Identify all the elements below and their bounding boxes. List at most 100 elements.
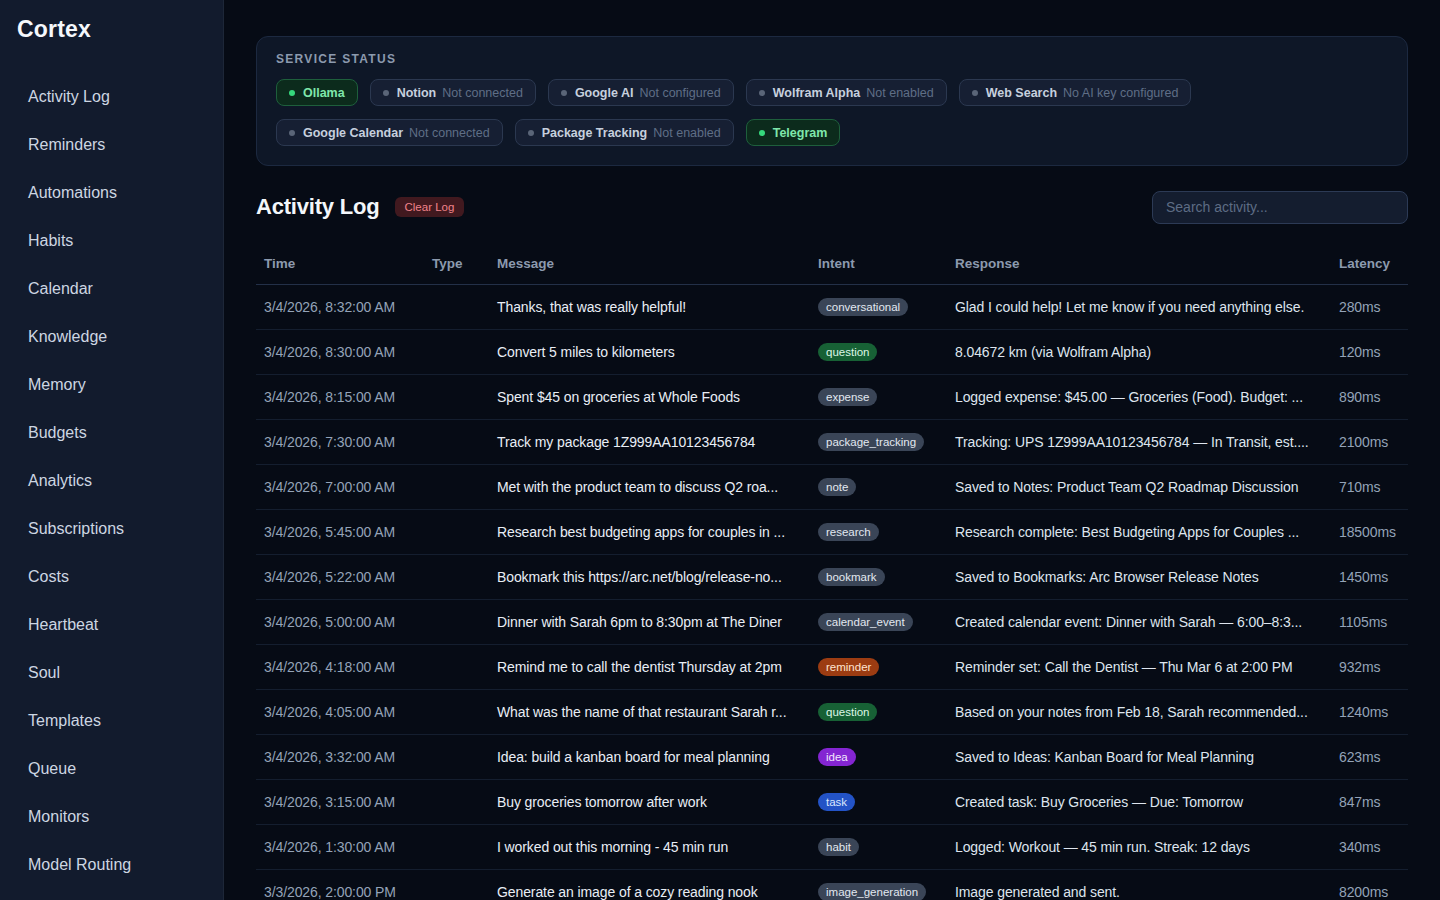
cell-message: Buy groceries tomorrow after work: [489, 794, 810, 810]
table-body: 3/4/2026, 8:32:00 AM Thanks, that was re…: [256, 285, 1408, 900]
cell-response: Research complete: Best Budgeting Apps f…: [947, 524, 1331, 540]
sidebar-item-soul[interactable]: Soul: [16, 649, 207, 697]
cell-time: 3/4/2026, 5:45:00 AM: [256, 524, 424, 540]
intent-badge: question: [818, 703, 877, 721]
intent-badge: bookmark: [818, 568, 885, 586]
service-name: Notion: [397, 86, 437, 100]
cell-response: Based on your notes from Feb 18, Sarah r…: [947, 704, 1331, 720]
table-row[interactable]: 3/4/2026, 3:15:00 AM Buy groceries tomor…: [256, 780, 1408, 825]
cell-intent: conversational: [810, 298, 947, 316]
table-row[interactable]: 3/4/2026, 8:30:00 AM Convert 5 miles to …: [256, 330, 1408, 375]
cell-response: Created calendar event: Dinner with Sara…: [947, 614, 1331, 630]
table-row[interactable]: 3/4/2026, 3:32:00 AM Idea: build a kanba…: [256, 735, 1408, 780]
table-header: Time Type Message Intent Response Latenc…: [256, 224, 1408, 285]
service-status-text: Not connected: [442, 86, 523, 100]
service-badge[interactable]: Package Tracking Not enabled: [515, 119, 734, 146]
sidebar-item-monitors[interactable]: Monitors: [16, 793, 207, 841]
service-badge[interactable]: Telegram: [746, 119, 841, 146]
intent-badge: idea: [818, 748, 856, 766]
cell-intent: calendar_event: [810, 613, 947, 631]
cell-message: Research best budgeting apps for couples…: [489, 524, 810, 540]
sidebar-item-habits[interactable]: Habits: [16, 217, 207, 265]
main-content: SERVICE STATUS Ollama Notion Not connect…: [224, 0, 1440, 900]
table-row[interactable]: 3/4/2026, 7:00:00 AM Met with the produc…: [256, 465, 1408, 510]
sidebar-item-reminders[interactable]: Reminders: [16, 121, 207, 169]
table-row[interactable]: 3/4/2026, 8:32:00 AM Thanks, that was re…: [256, 285, 1408, 330]
service-badge[interactable]: Wolfram Alpha Not enabled: [746, 79, 947, 106]
cell-latency: 120ms: [1331, 344, 1408, 360]
clear-log-button[interactable]: Clear Log: [395, 197, 465, 217]
service-status-text: Not enabled: [866, 86, 933, 100]
app-logo: Cortex: [16, 16, 207, 43]
intent-badge: expense: [818, 388, 877, 406]
intent-badge: note: [818, 478, 856, 496]
cell-time: 3/4/2026, 8:15:00 AM: [256, 389, 424, 405]
intent-badge: research: [818, 523, 879, 541]
cell-message: Idea: build a kanban board for meal plan…: [489, 749, 810, 765]
service-badge[interactable]: Google Calendar Not connected: [276, 119, 503, 146]
sidebar-item-subscriptions[interactable]: Subscriptions: [16, 505, 207, 553]
sidebar-item-analytics[interactable]: Analytics: [16, 457, 207, 505]
service-badge[interactable]: Notion Not connected: [370, 79, 536, 106]
cell-response: Image generated and sent.: [947, 884, 1331, 900]
cell-intent: idea: [810, 748, 947, 766]
cell-message: Track my package 1Z999AA10123456784: [489, 434, 810, 450]
status-dot-icon: [289, 90, 295, 96]
search-input[interactable]: [1152, 191, 1408, 224]
sidebar-item-calendar[interactable]: Calendar: [16, 265, 207, 313]
table-row[interactable]: 3/4/2026, 4:18:00 AM Remind me to call t…: [256, 645, 1408, 690]
intent-badge: habit: [818, 838, 859, 856]
service-name: Wolfram Alpha: [773, 86, 861, 100]
col-time: Time: [256, 256, 424, 271]
col-latency: Latency: [1331, 256, 1408, 271]
table-row[interactable]: 3/4/2026, 1:30:00 AM I worked out this m…: [256, 825, 1408, 870]
table-row[interactable]: 3/4/2026, 5:45:00 AM Research best budge…: [256, 510, 1408, 555]
sidebar-item-knowledge[interactable]: Knowledge: [16, 313, 207, 361]
sidebar-item-budgets[interactable]: Budgets: [16, 409, 207, 457]
service-name: Google Calendar: [303, 126, 403, 140]
service-status-text: Not configured: [639, 86, 720, 100]
service-badge[interactable]: Web Search No AI key configured: [959, 79, 1192, 106]
table-row[interactable]: 3/4/2026, 4:05:00 AM What was the name o…: [256, 690, 1408, 735]
service-status-label: SERVICE STATUS: [276, 52, 1388, 66]
table-row[interactable]: 3/4/2026, 8:15:00 AM Spent $45 on grocer…: [256, 375, 1408, 420]
cell-time: 3/4/2026, 3:32:00 AM: [256, 749, 424, 765]
sidebar-item-queue[interactable]: Queue: [16, 745, 207, 793]
cell-message: Spent $45 on groceries at Whole Foods: [489, 389, 810, 405]
cell-response: Saved to Bookmarks: Arc Browser Release …: [947, 569, 1331, 585]
cell-message: Dinner with Sarah 6pm to 8:30pm at The D…: [489, 614, 810, 630]
table-row[interactable]: 3/4/2026, 5:00:00 AM Dinner with Sarah 6…: [256, 600, 1408, 645]
sidebar-item-model-routing[interactable]: Model Routing: [16, 841, 207, 889]
sidebar-item-templates[interactable]: Templates: [16, 697, 207, 745]
table-row[interactable]: 3/4/2026, 5:22:00 AM Bookmark this https…: [256, 555, 1408, 600]
intent-badge: reminder: [818, 658, 879, 676]
cell-message: Remind me to call the dentist Thursday a…: [489, 659, 810, 675]
status-dot-icon: [528, 130, 534, 136]
sidebar-item-activity-log[interactable]: Activity Log: [16, 73, 207, 121]
cell-response: Glad I could help! Let me know if you ne…: [947, 299, 1331, 315]
service-badge[interactable]: Ollama: [276, 79, 358, 106]
cell-time: 3/4/2026, 5:00:00 AM: [256, 614, 424, 630]
cell-time: 3/4/2026, 4:18:00 AM: [256, 659, 424, 675]
service-badge[interactable]: Google AI Not configured: [548, 79, 734, 106]
cell-intent: question: [810, 343, 947, 361]
cell-latency: 847ms: [1331, 794, 1408, 810]
intent-badge: conversational: [818, 298, 908, 316]
cell-intent: research: [810, 523, 947, 541]
cell-intent: reminder: [810, 658, 947, 676]
sidebar-item-memory[interactable]: Memory: [16, 361, 207, 409]
sidebar-item-costs[interactable]: Costs: [16, 553, 207, 601]
page-title: Activity Log: [256, 194, 380, 220]
cell-response: 8.04672 km (via Wolfram Alpha): [947, 344, 1331, 360]
cell-latency: 932ms: [1331, 659, 1408, 675]
cell-time: 3/3/2026, 2:00:00 PM: [256, 884, 424, 900]
table-row[interactable]: 3/3/2026, 2:00:00 PM Generate an image o…: [256, 870, 1408, 900]
cell-response: Tracking: UPS 1Z999AA10123456784 — In Tr…: [947, 434, 1331, 450]
cell-time: 3/4/2026, 7:30:00 AM: [256, 434, 424, 450]
table-row[interactable]: 3/4/2026, 7:30:00 AM Track my package 1Z…: [256, 420, 1408, 465]
cell-intent: task: [810, 793, 947, 811]
cell-intent: bookmark: [810, 568, 947, 586]
sidebar-item-heartbeat[interactable]: Heartbeat: [16, 601, 207, 649]
cell-response: Logged: Workout — 45 min run. Streak: 12…: [947, 839, 1331, 855]
sidebar-item-automations[interactable]: Automations: [16, 169, 207, 217]
